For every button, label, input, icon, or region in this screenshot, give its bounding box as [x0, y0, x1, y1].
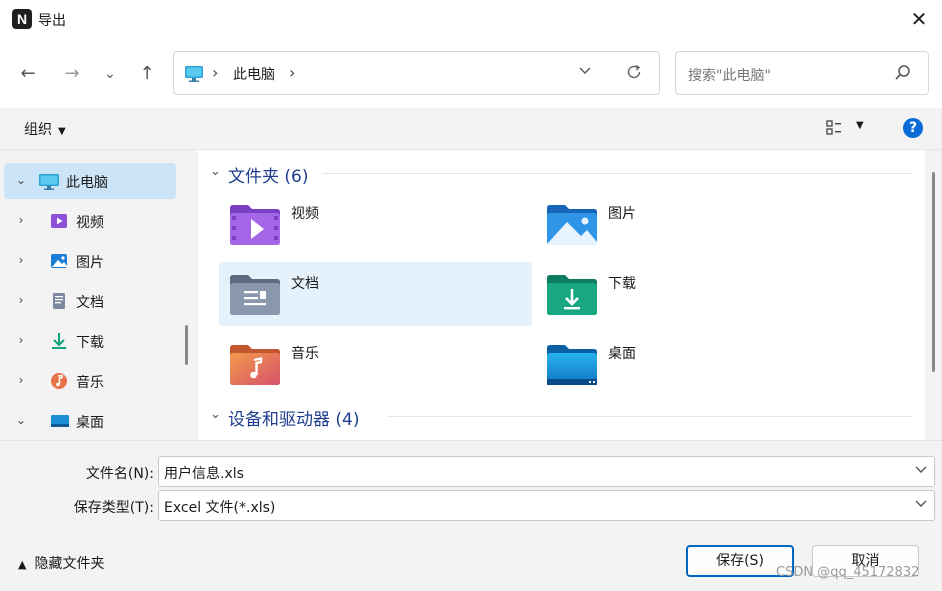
breadcrumb-separator: › [212, 63, 219, 82]
hide-folders-toggle[interactable]: ▲ 隐藏文件夹 [18, 553, 104, 573]
view-options-icon[interactable] [826, 119, 844, 141]
filename-label: 文件名(N): [85, 466, 154, 482]
hide-folders-label: 隐藏文件夹 [34, 556, 105, 572]
sidebar-item-pictures[interactable]: › 图片 [4, 243, 176, 279]
chevron-down-icon[interactable]: ⌄ [210, 164, 221, 179]
group-title: 文件夹 (6) [228, 167, 309, 187]
group-divider [388, 416, 912, 417]
caret-down-icon: ▼ [58, 126, 66, 137]
sidebar-item-downloads[interactable]: › 下载 [4, 323, 176, 359]
watermark-text: CSDN @qq_45172832 [776, 565, 920, 580]
music-folder-icon [228, 342, 282, 390]
search-icon[interactable] [894, 64, 912, 86]
group-title: 设备和驱动器 (4) [228, 410, 360, 430]
desktop-folder-icon [545, 342, 599, 390]
group-header-devices[interactable]: ⌄ 设备和驱动器 (4) [208, 403, 912, 430]
help-icon[interactable]: ? [903, 118, 923, 138]
pictures-icon [50, 252, 68, 274]
folder-name: 桌面 [608, 346, 636, 362]
sidebar-item-label: 音乐 [76, 375, 104, 391]
close-button[interactable]: ✕ [902, 4, 936, 34]
documents-folder-icon [228, 272, 282, 320]
sidebar-item-label: 下载 [76, 335, 104, 351]
chevron-right-icon[interactable]: › [14, 333, 28, 347]
filetype-label: 保存类型(T): [73, 500, 154, 516]
filename-input[interactable]: 用户信息.xls [158, 456, 935, 487]
navigation-bar: ← → ⌄ ↑ › 此电脑 › 搜索"此电脑" [0, 38, 942, 108]
up-button[interactable]: ↑ [134, 62, 160, 86]
folder-name: 文档 [291, 276, 319, 292]
organize-menu-button[interactable]: 组织 ▼ [24, 119, 66, 139]
file-list-pane: ⌄ 文件夹 (6) 视频 图片 文档 下载 音乐 桌面 ⌄ 设备和驱动器 (4) [198, 150, 925, 440]
address-bar[interactable]: › 此电脑 › [173, 51, 660, 95]
desktop-icon [50, 412, 70, 434]
back-button[interactable]: ← [15, 62, 41, 86]
search-input[interactable]: 搜索"此电脑" [675, 51, 929, 95]
folder-tile-videos[interactable]: 视频 [219, 192, 532, 256]
command-bar: 组织 ▼ ▼ ? [0, 108, 942, 150]
download-folder-icon [545, 272, 599, 320]
video-folder-icon [228, 202, 282, 250]
music-icon [50, 372, 68, 394]
documents-icon [50, 292, 68, 314]
save-form: 文件名(N): 用户信息.xls 保存类型(T): Excel 文件(*.xls… [0, 440, 942, 591]
filename-value: 用户信息.xls [164, 466, 244, 482]
folder-tile-pictures[interactable]: 图片 [536, 192, 849, 256]
computer-icon [38, 172, 60, 196]
sidebar-item-label: 图片 [76, 255, 104, 271]
folder-name: 视频 [291, 206, 319, 222]
chevron-down-icon[interactable] [914, 496, 928, 514]
sidebar-item-music[interactable]: › 音乐 [4, 363, 176, 399]
video-icon [50, 212, 68, 234]
download-icon [50, 332, 68, 354]
refresh-icon[interactable] [624, 62, 644, 87]
navigation-pane: ⌄ 此电脑 › 视频 › 图片 › 文档 › 下载 › 音乐 ⌄ 桌面 [0, 150, 178, 440]
group-divider [322, 173, 912, 174]
view-dropdown-caret-icon[interactable]: ▼ [856, 120, 864, 131]
sidebar-item-label: 视频 [76, 215, 104, 231]
chevron-right-icon[interactable]: › [14, 213, 28, 227]
scrollbar-thumb[interactable] [932, 172, 935, 372]
sidebar-item-videos[interactable]: › 视频 [4, 203, 176, 239]
folder-name: 音乐 [291, 346, 319, 362]
chevron-down-icon[interactable]: ⌄ [14, 413, 28, 427]
pictures-folder-icon [545, 202, 599, 250]
recent-locations-button[interactable]: ⌄ [97, 62, 123, 86]
breadcrumb-separator[interactable]: › [289, 63, 295, 82]
chevron-right-icon[interactable]: › [14, 373, 28, 387]
sidebar-item-label: 桌面 [76, 415, 104, 431]
breadcrumb-location[interactable]: 此电脑 [233, 64, 275, 84]
caret-up-icon: ▲ [18, 558, 27, 571]
sidebar-item-label: 此电脑 [66, 175, 108, 191]
organize-label: 组织 [24, 122, 52, 138]
folder-tile-documents[interactable]: 文档 [219, 262, 532, 326]
folder-tile-music[interactable]: 音乐 [219, 332, 532, 396]
chevron-right-icon[interactable]: › [14, 253, 28, 267]
search-placeholder: 搜索"此电脑" [688, 68, 771, 84]
filetype-select[interactable]: Excel 文件(*.xls) [158, 490, 935, 521]
sidebar-item-label: 文档 [76, 295, 104, 311]
folder-name: 图片 [608, 206, 636, 222]
sidebar-item-desktop[interactable]: ⌄ 桌面 [4, 403, 176, 439]
filetype-value: Excel 文件(*.xls) [164, 500, 276, 516]
folder-name: 下载 [608, 276, 636, 292]
computer-icon [184, 64, 204, 88]
title-bar: N 导出 ✕ [0, 0, 942, 38]
chevron-down-icon[interactable] [914, 462, 928, 480]
group-header-folders[interactable]: ⌄ 文件夹 (6) [208, 160, 912, 187]
folder-tile-downloads[interactable]: 下载 [536, 262, 849, 326]
forward-button[interactable]: → [59, 62, 85, 86]
navigation-pane-scrollbar[interactable] [185, 325, 188, 365]
chevron-down-icon[interactable]: ⌄ [14, 173, 28, 187]
address-history-chevron-icon[interactable] [578, 63, 592, 81]
app-logo-icon: N [12, 9, 32, 29]
chevron-down-icon[interactable]: ⌄ [210, 407, 221, 422]
sidebar-item-this-pc[interactable]: ⌄ 此电脑 [4, 163, 176, 199]
folder-tile-desktop[interactable]: 桌面 [536, 332, 849, 396]
sidebar-item-documents[interactable]: › 文档 [4, 283, 176, 319]
file-list-scrollbar[interactable] [925, 150, 942, 440]
window-title: 导出 [38, 13, 66, 29]
content-area: ⌄ 此电脑 › 视频 › 图片 › 文档 › 下载 › 音乐 ⌄ 桌面 ⌄ 文件… [0, 150, 942, 440]
chevron-right-icon[interactable]: › [14, 293, 28, 307]
